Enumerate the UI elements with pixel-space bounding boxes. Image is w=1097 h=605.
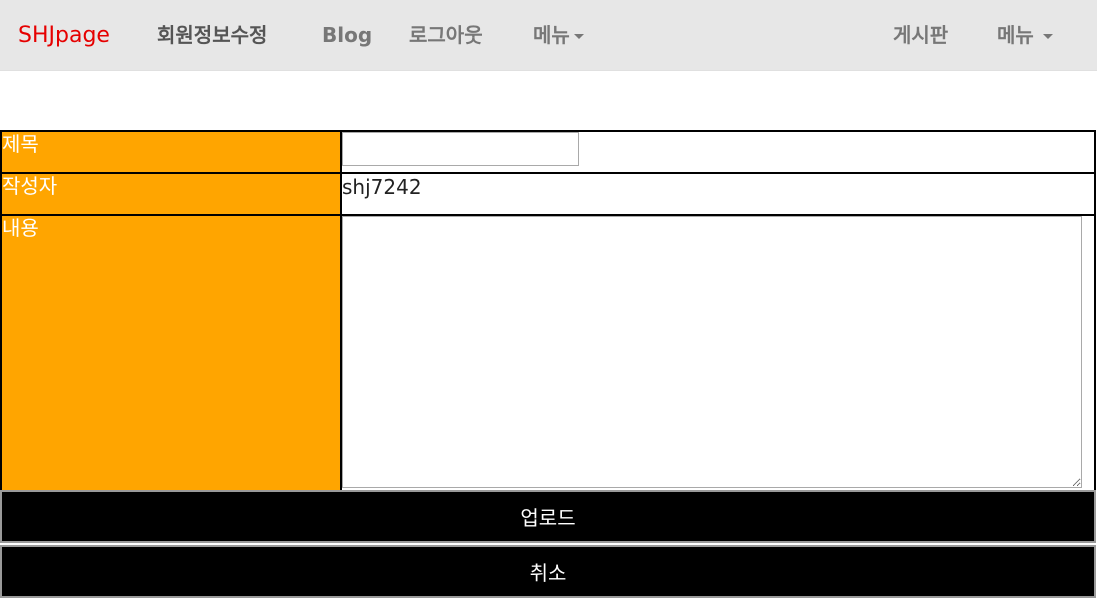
upload-button[interactable]: 업로드 <box>0 490 1096 543</box>
nav-edit-profile[interactable]: 회원정보수정 <box>157 0 267 71</box>
writer-value: shj7242 <box>342 175 422 199</box>
nav-menu-label: 메뉴 <box>533 23 570 47</box>
writer-label: 작성자 <box>0 172 342 216</box>
write-form-table: 제목 작성자 shj7242 내용 <box>0 130 1096 492</box>
caret-down-icon <box>573 34 584 39</box>
content-textarea[interactable] <box>342 216 1082 488</box>
nav-board[interactable]: 게시판 <box>893 0 948 71</box>
nav-right-menu-label: 메뉴 <box>997 23 1034 47</box>
title-input[interactable] <box>342 132 579 166</box>
title-label: 제목 <box>0 130 342 174</box>
title-cell <box>340 130 1096 174</box>
nav-menu-dropdown[interactable]: 메뉴 <box>533 0 584 71</box>
form-row-writer: 작성자 shj7242 <box>0 172 1096 216</box>
brand-link[interactable]: SHJpage <box>18 0 110 71</box>
form-row-content: 내용 <box>0 214 1096 492</box>
cancel-button[interactable]: 취소 <box>0 545 1096 598</box>
nav-logout[interactable]: 로그아웃 <box>409 0 483 71</box>
writer-cell: shj7242 <box>340 172 1096 216</box>
nav-blog[interactable]: Blog <box>322 0 372 71</box>
form-row-title: 제목 <box>0 130 1096 174</box>
caret-down-icon <box>1042 34 1053 39</box>
content-cell <box>340 214 1096 492</box>
nav-right-menu-dropdown[interactable]: 메뉴 <box>997 0 1053 71</box>
top-navbar: SHJpage 회원정보수정 Blog 로그아웃 메뉴 게시판 메뉴 <box>0 0 1097 71</box>
content-label: 내용 <box>0 214 342 492</box>
